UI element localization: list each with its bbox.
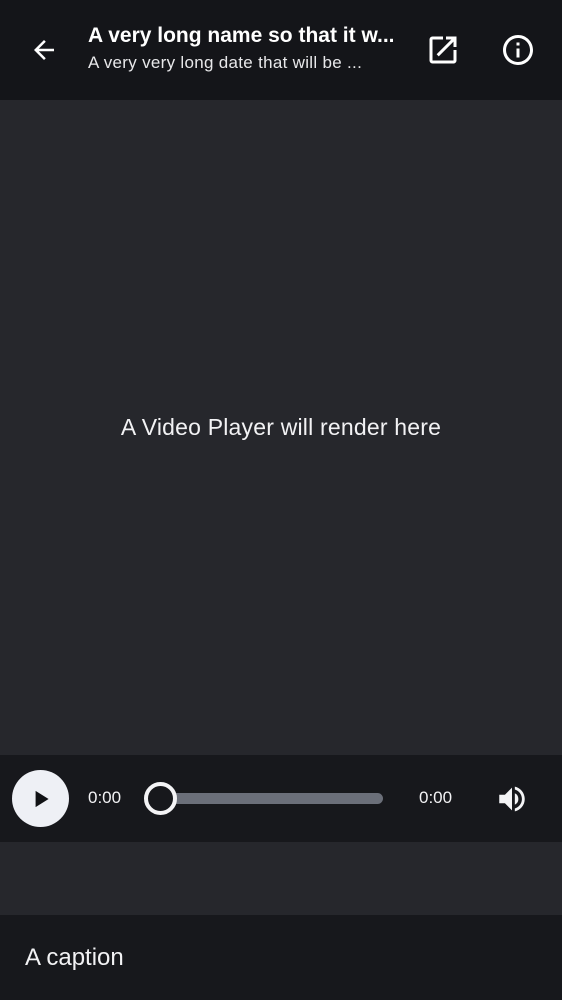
title-block: A very long name so that it w... A very … bbox=[88, 22, 400, 74]
media-date: A very very long date that will be ... bbox=[88, 53, 363, 72]
open-external-button[interactable] bbox=[420, 27, 466, 73]
play-button[interactable] bbox=[12, 770, 69, 827]
info-button[interactable] bbox=[495, 27, 541, 73]
video-placeholder-text: A Video Player will render here bbox=[120, 414, 442, 440]
video-player-area[interactable]: A Video Player will render here bbox=[0, 100, 562, 755]
open-in-new-icon bbox=[429, 36, 457, 64]
duration-time: 0:00 bbox=[419, 788, 453, 807]
top-app-bar: A very long name so that it w... A very … bbox=[0, 0, 562, 100]
info-icon bbox=[503, 35, 533, 65]
volume-up-icon bbox=[499, 786, 525, 812]
media-title: A very long name so that it w... bbox=[88, 24, 395, 47]
volume-button[interactable] bbox=[492, 779, 532, 819]
play-icon bbox=[35, 790, 49, 807]
back-button[interactable] bbox=[22, 28, 66, 72]
caption-bar: A caption bbox=[0, 915, 562, 1000]
content-spacer bbox=[0, 842, 562, 915]
seek-bar[interactable] bbox=[160, 793, 383, 804]
player-controls: 0:00 0:00 bbox=[0, 755, 562, 842]
current-time: 0:00 bbox=[88, 788, 122, 807]
seek-handle[interactable] bbox=[143, 782, 177, 815]
media-caption: A caption bbox=[25, 944, 124, 971]
video-viewer: A very long name so that it w... A very … bbox=[0, 0, 562, 1000]
arrow-left-icon bbox=[34, 40, 54, 60]
